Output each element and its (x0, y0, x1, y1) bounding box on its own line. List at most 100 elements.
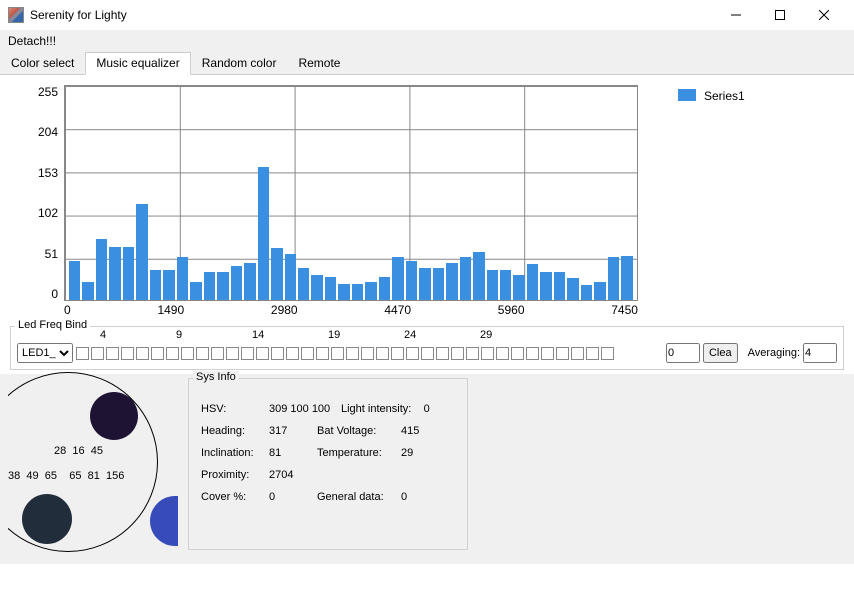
chart-bar (123, 247, 134, 300)
freq-checkbox[interactable] (76, 347, 89, 360)
freq-checkbox[interactable] (436, 347, 449, 360)
freq-checkbox[interactable] (241, 347, 254, 360)
color-circles-panel: 28 16 45 38 49 65 65 81 156 (8, 378, 178, 558)
freq-checkbox[interactable] (301, 347, 314, 360)
averaging-spin[interactable] (803, 343, 837, 363)
light-label: Light intensity: (341, 403, 411, 415)
num-row-1: 28 16 45 (54, 445, 103, 457)
freq-checkbox[interactable] (586, 347, 599, 360)
sysinfo-label: Sys Info (193, 371, 239, 383)
freq-checkbox[interactable] (601, 347, 614, 360)
chart-plot-area (64, 85, 638, 301)
bat-value: 415 (401, 425, 441, 437)
chart-bar (540, 272, 551, 300)
menu-detach[interactable]: Detach!!! (8, 34, 56, 48)
light-value: 0 (424, 403, 430, 415)
bottom-panel: 28 16 45 38 49 65 65 81 156 Sys Info HSV… (0, 374, 854, 564)
freq-checkbox[interactable] (211, 347, 224, 360)
incl-label: Inclination: (201, 447, 269, 459)
close-button[interactable] (802, 1, 846, 29)
chart-bar (527, 264, 538, 300)
freq-checkbox[interactable] (91, 347, 104, 360)
tab-remote[interactable]: Remote (287, 52, 351, 74)
freq-checkbox[interactable] (496, 347, 509, 360)
freq-checkbox[interactable] (271, 347, 284, 360)
freq-checkbox[interactable] (181, 347, 194, 360)
freq-checkbox[interactable] (376, 347, 389, 360)
chart-bar (204, 272, 215, 300)
tab-color-select[interactable]: Color select (0, 52, 85, 74)
tab-strip: Color select Music equalizer Random colo… (0, 52, 854, 75)
freq-checkbox[interactable] (511, 347, 524, 360)
chart-bar (136, 204, 147, 301)
temp-value: 29 (401, 447, 441, 459)
temp-label: Temperature: (317, 447, 401, 459)
freq-checkbox[interactable] (106, 347, 119, 360)
freq-checkbox[interactable] (151, 347, 164, 360)
freq-checkbox[interactable] (466, 347, 479, 360)
chart-bar (217, 272, 228, 300)
freq-tick: 4 (100, 329, 106, 341)
freq-checkbox[interactable] (316, 347, 329, 360)
chart-bar (581, 285, 592, 300)
color-circle-3 (150, 496, 178, 546)
freq-checkbox[interactable] (571, 347, 584, 360)
chart-bar (190, 282, 201, 300)
chart-bar (352, 284, 363, 300)
chart-bar (231, 266, 242, 300)
cover-value: 0 (269, 491, 317, 503)
freq-checkbox[interactable] (166, 347, 179, 360)
prox-value: 2704 (269, 469, 317, 481)
freq-checkbox[interactable] (286, 347, 299, 360)
freq-checkbox[interactable] (451, 347, 464, 360)
chart-bar (244, 263, 255, 300)
freq-checkbox[interactable] (421, 347, 434, 360)
freq-checkbox[interactable] (481, 347, 494, 360)
y-axis-labels: 255 204 153 102 51 0 (30, 85, 64, 301)
bat-label: Bat Voltage: (317, 425, 401, 437)
averaging-label: Averaging: (748, 347, 800, 359)
chart-bar (419, 268, 430, 300)
minimize-button[interactable] (714, 1, 758, 29)
gen-label: General data: (317, 491, 401, 503)
freq-checkbox[interactable] (541, 347, 554, 360)
led-combo[interactable]: LED1_I (17, 343, 73, 363)
tab-random-color[interactable]: Random color (191, 52, 288, 74)
chart-bar (285, 254, 296, 300)
gen-value: 0 (401, 491, 441, 503)
chart-bar (338, 284, 349, 300)
clear-button[interactable]: Clea (703, 343, 738, 363)
chart-bar (608, 257, 619, 300)
bar-chart: 255 204 153 102 51 0 0 1490 2980 4470 59… (30, 85, 638, 317)
tab-music-equalizer[interactable]: Music equalizer (85, 52, 190, 75)
freq-checkbox[interactable] (136, 347, 149, 360)
menubar: Detach!!! (0, 30, 854, 52)
chart-bar (258, 167, 269, 300)
chart-legend: Series1 (678, 85, 745, 317)
chart-bar (594, 282, 605, 300)
freq-spin[interactable] (666, 343, 700, 363)
chart-bar (473, 252, 484, 300)
legend-label: Series1 (704, 89, 745, 103)
chart-bar (96, 239, 107, 300)
chart-bar (460, 257, 471, 300)
freq-checkbox[interactable] (526, 347, 539, 360)
chart-bar (406, 261, 417, 300)
freq-checkbox[interactable] (121, 347, 134, 360)
freq-checkbox[interactable] (331, 347, 344, 360)
freq-checkbox[interactable] (556, 347, 569, 360)
freq-bind-label: Led Freq Bind (15, 319, 90, 331)
freq-checkbox[interactable] (346, 347, 359, 360)
window-title: Serenity for Lighty (30, 8, 714, 22)
freq-checkbox[interactable] (226, 347, 239, 360)
freq-checkbox[interactable] (256, 347, 269, 360)
freq-checkbox[interactable] (196, 347, 209, 360)
freq-checkbox[interactable] (391, 347, 404, 360)
freq-checkbox[interactable] (361, 347, 374, 360)
chart-bar (325, 277, 336, 300)
freq-checkbox[interactable] (406, 347, 419, 360)
maximize-button[interactable] (758, 1, 802, 29)
chart-bar (109, 247, 120, 300)
freq-tick: 9 (176, 329, 182, 341)
chart-bar (554, 272, 565, 300)
